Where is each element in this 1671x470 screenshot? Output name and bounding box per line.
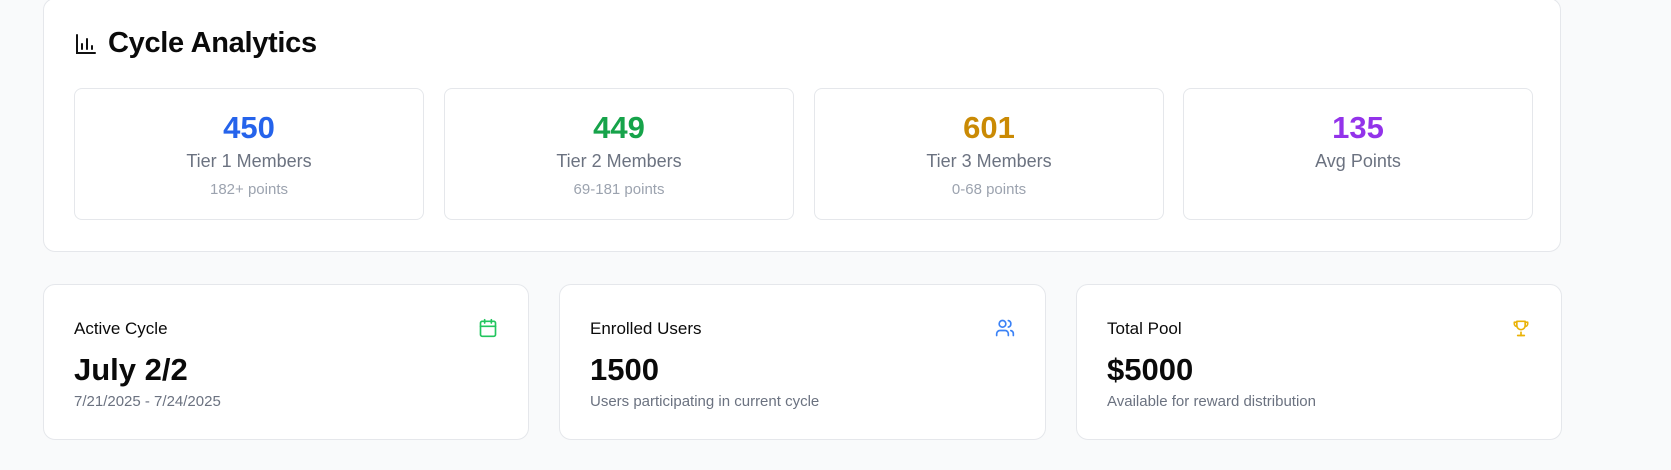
card-subtitle: Available for reward distribution <box>1107 393 1316 410</box>
stat-tier-3: 601 Tier 3 Members 0-68 points <box>814 88 1164 220</box>
card-title: Total Pool <box>1107 319 1182 338</box>
card-value: $5000 <box>1107 352 1194 387</box>
panel-title: Cycle Analytics <box>108 27 317 59</box>
users-icon <box>995 319 1015 337</box>
card-subtitle: Users participating in current cycle <box>590 393 820 410</box>
stat-label: Tier 2 Members <box>556 151 682 171</box>
stat-sublabel: 0-68 points <box>951 181 1027 198</box>
card-value: 1500 <box>590 352 659 387</box>
stat-label: Avg Points <box>1315 151 1401 171</box>
card-subtitle: 7/21/2025 - 7/24/2025 <box>74 393 221 410</box>
panel-header: Cycle Analytics <box>74 27 317 60</box>
card-title: Active Cycle <box>74 319 168 338</box>
card-value: July 2/2 <box>74 352 188 387</box>
calendar-icon <box>479 318 497 338</box>
stat-label: Tier 3 Members <box>926 151 1052 171</box>
bar-chart-icon <box>76 33 96 54</box>
trophy-icon <box>1513 320 1529 337</box>
stat-value: 449 <box>593 110 645 145</box>
stat-tier-1: 450 Tier 1 Members 182+ points <box>74 88 424 220</box>
stat-sublabel: 182+ points <box>210 181 288 198</box>
stat-value: 450 <box>223 110 275 145</box>
stat-sublabel: 69-181 points <box>573 181 665 198</box>
total-pool-card: Total Pool $5000 Available for reward di… <box>1076 284 1562 440</box>
cycle-analytics-panel: Cycle Analytics 450 Tier 1 Members 182+ … <box>43 0 1561 252</box>
stat-avg-points: 135 Avg Points <box>1183 88 1533 220</box>
stat-value: 601 <box>963 110 1015 145</box>
active-cycle-card: Active Cycle July 2/2 7/21/2025 - 7/24/2… <box>43 284 529 440</box>
stat-label: Tier 1 Members <box>186 151 312 171</box>
stat-value: 135 <box>1332 110 1384 145</box>
enrolled-users-card: Enrolled Users 1500 Users participating … <box>559 284 1046 440</box>
stat-tier-2: 449 Tier 2 Members 69-181 points <box>444 88 794 220</box>
card-title: Enrolled Users <box>590 319 702 338</box>
